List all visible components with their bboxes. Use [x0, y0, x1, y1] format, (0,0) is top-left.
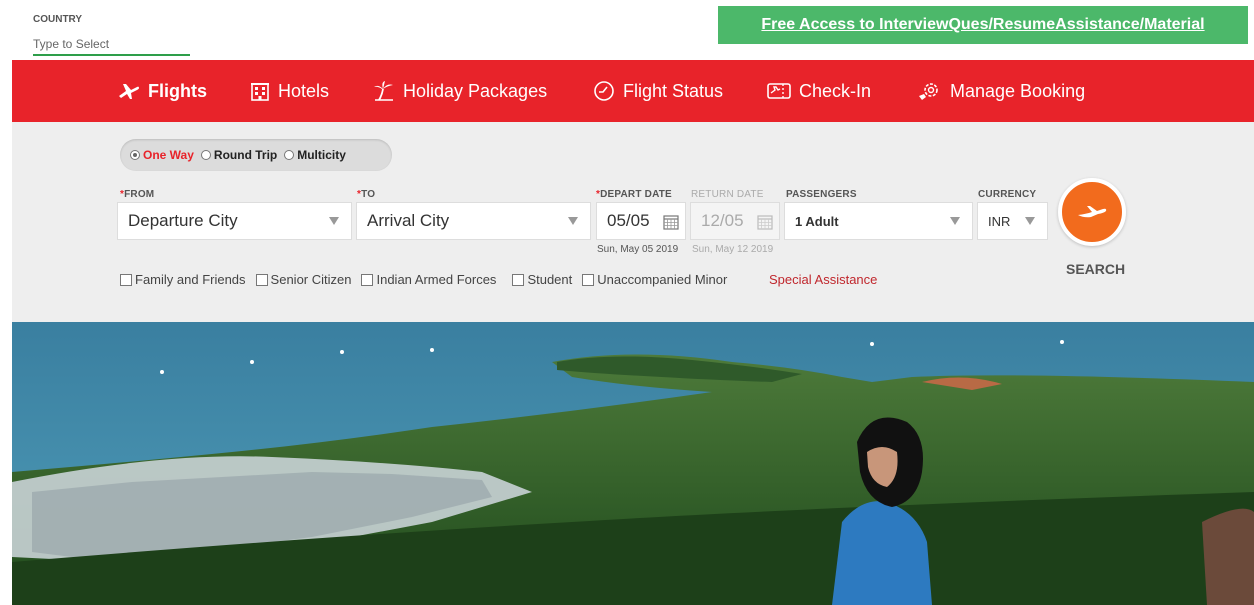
- country-label: COUNTRY: [33, 14, 83, 25]
- depart-date-label: *DEPART DATE: [596, 189, 672, 200]
- promo-link[interactable]: Free Access to InterviewQues/ResumeAssis…: [718, 6, 1248, 44]
- from-select[interactable]: Departure City: [117, 202, 352, 240]
- nav-flights-label: Flights: [148, 80, 207, 101]
- from-label: *FROM: [120, 189, 155, 200]
- depart-date-input[interactable]: 05/05: [596, 202, 686, 240]
- main-nav: Flights Hotels Holiday Packages Flight S…: [12, 60, 1254, 122]
- plane-icon: [1078, 206, 1107, 218]
- search-button[interactable]: [1058, 178, 1126, 246]
- search-label: SEARCH: [1066, 261, 1126, 277]
- chevron-down-icon: [950, 217, 960, 225]
- chevron-down-icon: [568, 217, 578, 225]
- nav-flight-status-label: Flight Status: [623, 80, 724, 101]
- concession-options: Family and Friends Senior Citizen Indian…: [120, 272, 737, 287]
- settings-gear-icon: [918, 80, 942, 102]
- nav-holiday-packages-label: Holiday Packages: [403, 80, 548, 101]
- palm-tree-icon: [373, 81, 395, 101]
- radio-multicity[interactable]: Multicity: [284, 148, 346, 162]
- checkbox-unaccompanied-minor[interactable]: Unaccompanied Minor: [582, 272, 727, 287]
- nav-check-in-label: Check-In: [799, 80, 872, 101]
- calendar-icon: [757, 215, 773, 230]
- clock-icon: [593, 80, 615, 102]
- nav-manage-booking-label: Manage Booking: [950, 80, 1086, 101]
- return-date-sub: Sun, May 12 2019: [692, 244, 774, 255]
- return-date-input[interactable]: 12/05: [690, 202, 780, 240]
- checkbox-student[interactable]: Student: [512, 272, 572, 287]
- checkbox-family-friends[interactable]: Family and Friends: [120, 272, 246, 287]
- depart-date-sub: Sun, May 05 2019: [597, 244, 679, 255]
- checkbox-senior-citizen[interactable]: Senior Citizen: [255, 272, 351, 287]
- to-select[interactable]: Arrival City: [356, 202, 591, 240]
- plane-icon: [118, 82, 140, 100]
- trip-type-toggle: One Way Round Trip Multicity: [120, 139, 392, 171]
- nav-hotels[interactable]: Hotels: [250, 60, 329, 122]
- passengers-select[interactable]: 1 Adult: [784, 202, 973, 240]
- passengers-label: PASSENGERS: [786, 189, 857, 200]
- hero-image: [12, 322, 1254, 605]
- checkbox-armed-forces[interactable]: Indian Armed Forces: [361, 272, 496, 287]
- boarding-pass-icon: [767, 82, 791, 100]
- nav-check-in[interactable]: Check-In: [767, 60, 871, 122]
- to-label: *TO: [357, 189, 376, 200]
- nav-hotels-label: Hotels: [278, 80, 330, 101]
- country-input[interactable]: [33, 34, 190, 56]
- calendar-icon: [663, 215, 679, 230]
- special-assistance-link[interactable]: Special Assistance: [769, 272, 877, 287]
- nav-manage-booking[interactable]: Manage Booking: [918, 60, 1085, 122]
- return-date-label: RETURN DATE: [691, 189, 764, 200]
- radio-one-way[interactable]: One Way: [130, 148, 194, 162]
- currency-label: CURRENCY: [978, 189, 1037, 200]
- hotel-icon: [250, 81, 270, 101]
- nav-flight-status[interactable]: Flight Status: [593, 60, 723, 122]
- nav-flights[interactable]: Flights: [118, 60, 207, 122]
- nav-holiday-packages[interactable]: Holiday Packages: [373, 60, 547, 122]
- chevron-down-icon: [1025, 217, 1035, 225]
- chevron-down-icon: [329, 217, 339, 225]
- currency-select[interactable]: INR: [977, 202, 1048, 240]
- radio-round-trip[interactable]: Round Trip: [200, 148, 277, 162]
